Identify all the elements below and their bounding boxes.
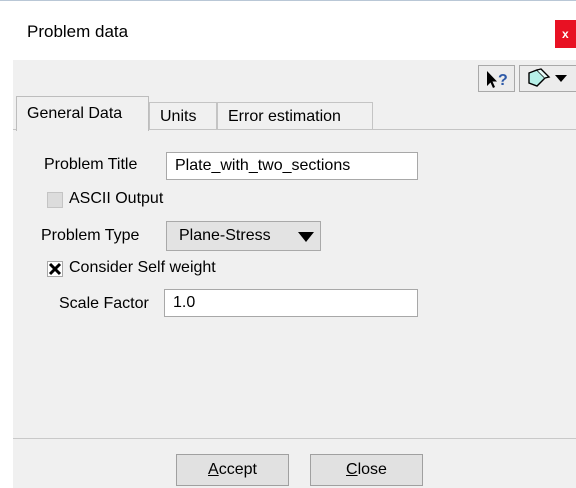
tab-strip: General Data Units Error estimation [13,96,576,131]
problem-title-value: Plate_with_two_sections [175,157,351,174]
accept-button[interactable]: Accept [176,454,289,486]
consider-self-weight-label: Consider Self weight [69,259,216,276]
close-button-label: Close [346,461,387,478]
tab-error-estimation[interactable]: Error estimation [217,102,373,130]
tab-units[interactable]: Units [149,102,217,130]
tab-units-label: Units [160,107,197,125]
help-question-glyph: ? [498,72,508,89]
tab-error-estimation-label: Error estimation [228,107,341,125]
tab-general-data-label: General Data [27,105,123,122]
problem-type-label: Problem Type [41,227,140,244]
whats-this-help-button[interactable]: ? [478,65,515,92]
problem-title-label: Problem Title [44,156,138,173]
button-separator [13,438,576,439]
ascii-output-checkbox[interactable] [47,192,63,208]
options-menu-button[interactable] [519,65,576,92]
scale-factor-value: 1.0 [173,294,196,311]
scale-factor-input[interactable]: 1.0 [164,289,418,317]
dialog-client: ? General Data Units Error estimation Pr… [13,60,576,488]
tab-general-data[interactable]: General Data [16,96,149,131]
window-title: Problem data [27,22,129,41]
consider-self-weight-checkbox[interactable] [47,261,63,277]
checkmark-x-icon [48,262,62,276]
problem-type-value: Plane-Stress [179,227,271,244]
close-button[interactable]: Close [310,454,423,486]
toolbar: ? [13,60,576,96]
title-bar: Problem data x [0,0,576,61]
problem-type-select[interactable]: Plane-Stress [166,221,321,251]
close-icon: x [562,27,569,41]
accept-button-label: Accept [208,461,257,478]
whats-this-help-icon: ? [487,71,508,89]
ascii-output-label: ASCII Output [69,190,164,207]
close-window-button[interactable]: x [555,20,576,48]
scale-factor-label: Scale Factor [59,295,149,312]
chevron-down-icon [298,232,314,242]
eraser-menu-icon [528,68,567,87]
problem-title-input[interactable]: Plate_with_two_sections [166,152,418,180]
